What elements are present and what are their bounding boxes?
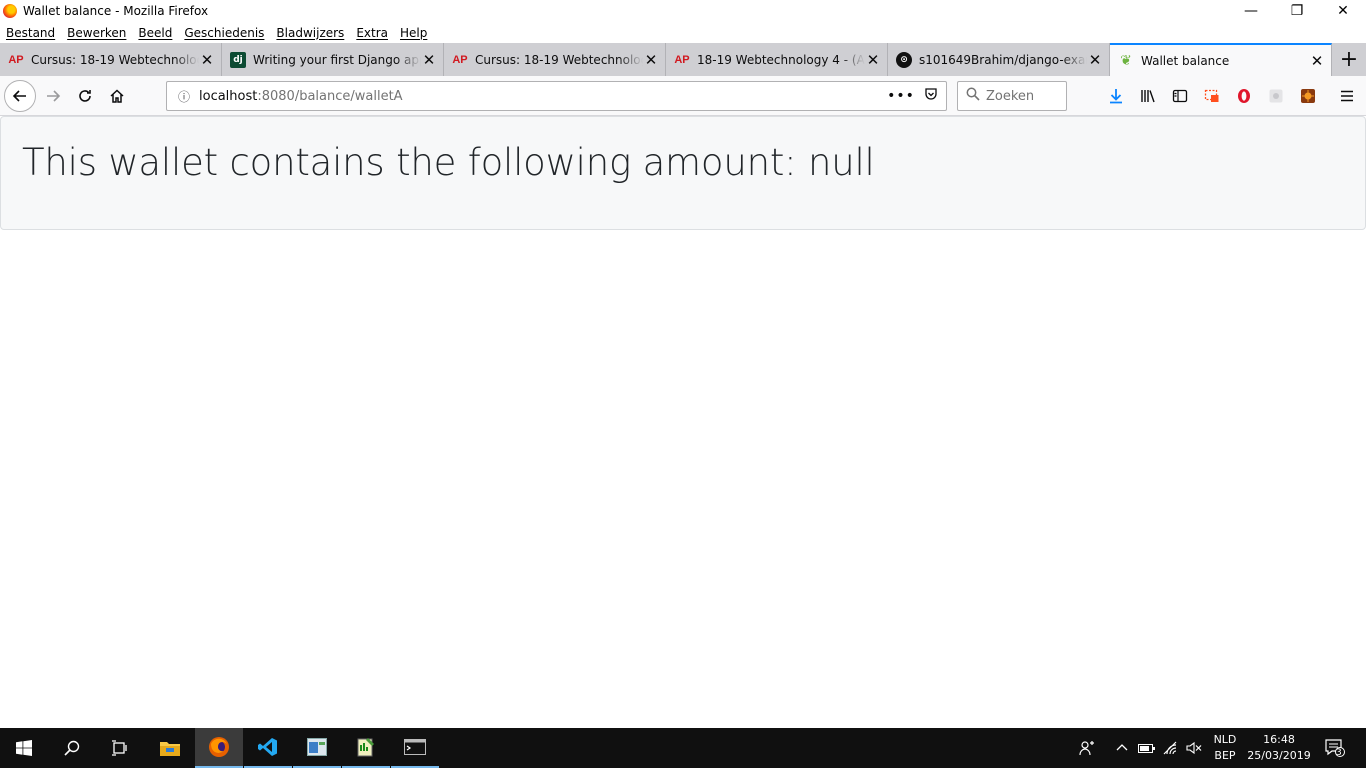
tab-strip: AP Cursus: 18-19 Webtechnology 4 ✕ dj Wr… <box>0 43 1366 76</box>
menu-bestand[interactable]: Bestand <box>6 26 55 40</box>
firefox-taskbar-icon[interactable] <box>195 728 243 768</box>
menu-bladwijzers[interactable]: Bladwijzers <box>276 26 344 40</box>
arrow-left-icon <box>12 90 26 102</box>
page-actions-icon[interactable]: ••• <box>886 88 916 104</box>
extension-icon[interactable] <box>1264 84 1288 108</box>
window-controls: — ❐ ✕ <box>1228 0 1366 22</box>
url-bar[interactable]: ⓘ localhost:8080/balance/walletA ••• <box>166 81 947 111</box>
tab-github[interactable]: ⊙ s101649Brahim/django-exame ✕ <box>888 43 1110 76</box>
app-window-icon[interactable] <box>293 728 341 768</box>
menu-extra[interactable]: Extra <box>356 26 388 40</box>
tab-close-icon[interactable]: ✕ <box>421 51 437 69</box>
people-icon[interactable] <box>1076 728 1098 768</box>
notification-center-icon[interactable]: 3 <box>1320 728 1350 768</box>
github-icon: ⊙ <box>896 51 912 68</box>
restore-button[interactable]: ❐ <box>1274 0 1320 22</box>
back-button[interactable] <box>4 80 36 112</box>
keyboard-layout: BEP <box>1214 749 1236 762</box>
pocket-icon[interactable] <box>916 87 946 105</box>
clock-date: 25/03/2019 <box>1247 749 1311 762</box>
task-view-icon[interactable] <box>96 728 144 768</box>
tab-label: Cursus: 18-19 Webtechnology 4 <box>31 52 199 67</box>
screenshot-icon[interactable] <box>1200 84 1224 108</box>
search-placeholder: Zoeken <box>986 88 1035 104</box>
notification-count: 3 <box>1336 748 1342 758</box>
input-language[interactable]: NLD BEP <box>1210 732 1240 764</box>
hamburger-menu-icon[interactable] <box>1335 84 1359 108</box>
title-bar: Wallet balance - Mozilla Firefox — ❐ ✕ <box>0 0 1366 22</box>
home-button[interactable] <box>102 81 132 111</box>
lang-code: NLD <box>1213 733 1237 746</box>
addon-icon[interactable] <box>1296 84 1320 108</box>
ap-logo-icon: AP <box>8 53 24 66</box>
wallet-heading: This wallet contains the following amoun… <box>22 141 875 184</box>
minimize-button[interactable]: — <box>1228 0 1274 22</box>
url-host: localhost <box>199 88 258 104</box>
downloads-icon[interactable] <box>1104 84 1128 108</box>
search-icon[interactable] <box>48 728 96 768</box>
reload-icon <box>79 90 91 102</box>
windows-start-icon[interactable] <box>0 728 48 768</box>
tab-close-icon[interactable]: ✕ <box>865 51 881 69</box>
tab-close-icon[interactable]: ✕ <box>1087 51 1103 69</box>
url-text[interactable]: localhost:8080/balance/walletA <box>199 89 886 104</box>
tab-label: 18-19 Webtechnology 4 - (AP- <box>697 52 865 67</box>
tab-label: s101649Brahim/django-exame <box>919 52 1087 67</box>
jumbotron: This wallet contains the following amoun… <box>0 116 1366 230</box>
notepad-icon[interactable] <box>342 728 390 768</box>
menu-bar: Bestand Bewerken Beeld Geschiedenis Blad… <box>0 22 1366 43</box>
firefox-logo-icon <box>3 4 17 18</box>
url-path: :8080/balance/walletA <box>257 88 403 104</box>
info-icon[interactable]: ⓘ <box>175 88 193 105</box>
vscode-icon[interactable] <box>244 728 292 768</box>
library-icon[interactable] <box>1136 84 1160 108</box>
tab-close-icon[interactable]: ✕ <box>1309 52 1325 70</box>
clock-time: 16:48 <box>1263 733 1295 746</box>
ap-logo-icon: AP <box>674 53 690 66</box>
opera-icon[interactable] <box>1232 84 1256 108</box>
close-window-button[interactable]: ✕ <box>1320 0 1366 22</box>
tab-webtechnology-ap[interactable]: AP 18-19 Webtechnology 4 - (AP- ✕ <box>666 43 888 76</box>
tab-close-icon[interactable]: ✕ <box>643 51 659 69</box>
window-title: Wallet balance - Mozilla Firefox <box>23 4 209 18</box>
menu-bewerken[interactable]: Bewerken <box>67 26 126 40</box>
terminal-icon[interactable] <box>391 728 439 768</box>
forward-button[interactable] <box>38 81 68 111</box>
tab-django-tutorial[interactable]: dj Writing your first Django app, part 1… <box>222 43 444 76</box>
clock[interactable]: 16:48 25/03/2019 <box>1244 732 1314 764</box>
chevron-up-icon[interactable] <box>1112 728 1132 768</box>
tab-wallet-balance[interactable]: ❦ Wallet balance ✕ <box>1110 43 1332 76</box>
reload-button[interactable] <box>70 81 100 111</box>
menu-beeld[interactable]: Beeld <box>138 26 172 40</box>
page-content: This wallet contains the following amoun… <box>0 116 1366 728</box>
home-icon <box>110 89 124 103</box>
windows-taskbar: NLD BEP 16:48 25/03/2019 3 <box>0 728 1366 768</box>
tab-label: Cursus: 18-19 Webtechnology 4 <box>475 52 643 67</box>
tab-cursus-2[interactable]: AP Cursus: 18-19 Webtechnology 4 ✕ <box>444 43 666 76</box>
tab-label: Wallet balance <box>1141 53 1230 68</box>
search-input[interactable]: Zoeken <box>957 81 1067 111</box>
tab-label: Writing your first Django app, part 1 <box>253 52 421 67</box>
tab-cursus-1[interactable]: AP Cursus: 18-19 Webtechnology 4 ✕ <box>0 43 222 76</box>
nav-bar: ⓘ localhost:8080/balance/walletA ••• Zoe… <box>0 76 1366 116</box>
spring-leaf-icon: ❦ <box>1120 52 1132 69</box>
sidebar-icon[interactable] <box>1168 84 1192 108</box>
ap-logo-icon: AP <box>452 53 468 66</box>
search-icon <box>966 87 980 105</box>
wifi-icon[interactable] <box>1160 728 1182 768</box>
volume-muted-icon[interactable] <box>1183 728 1205 768</box>
battery-icon[interactable] <box>1136 728 1158 768</box>
django-icon: dj <box>230 51 246 68</box>
menu-help[interactable]: Help <box>400 26 427 40</box>
new-tab-button[interactable]: + <box>1332 43 1366 76</box>
menu-geschiedenis[interactable]: Geschiedenis <box>184 26 264 40</box>
tab-close-icon[interactable]: ✕ <box>199 51 215 69</box>
file-explorer-icon[interactable] <box>146 728 194 768</box>
arrow-right-icon <box>47 90 61 102</box>
